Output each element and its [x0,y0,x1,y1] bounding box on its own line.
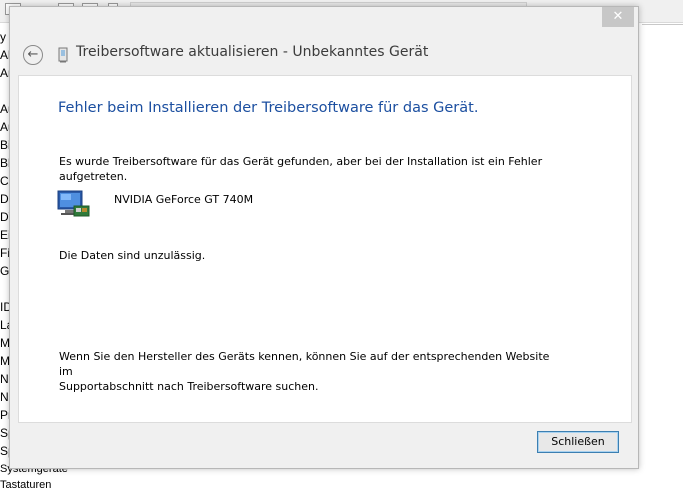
error-heading: Fehler beim Installieren der Treibersoft… [58,100,479,116]
error-detail: Die Daten sind unzulässig. [59,249,206,262]
back-arrow-icon[interactable]: ← [23,45,43,65]
dialog-title: Treibersoftware aktualisieren - Unbekann… [76,44,429,60]
help-text-line: Wenn Sie den Hersteller des Geräts kenne… [59,350,550,378]
help-text: Wenn Sie den Hersteller des Geräts kenne… [59,349,559,394]
device-icon [58,47,68,63]
error-message-line: aufgetreten. [59,170,128,183]
device-name: NVIDIA GeForce GT 740M [114,193,254,206]
dialog-content: Fehler beim Installieren der Treibersoft… [18,75,632,423]
dialog-footer: Schließen [10,423,638,468]
tree-item[interactable]: Tastaturen [0,477,68,493]
divider [642,24,683,25]
update-driver-dialog: ✕ ← Treibersoftware aktualisieren - Unbe… [9,6,639,469]
close-icon[interactable]: ✕ [602,7,634,27]
error-message-line: Es wurde Treibersoftware für das Gerät g… [59,155,543,168]
help-text-line: Supportabschnitt nach Treibersoftware su… [59,380,319,393]
error-message: Es wurde Treibersoftware für das Gerät g… [59,154,559,184]
monitor-card-icon [57,190,90,217]
close-button[interactable]: Schließen [537,431,619,453]
